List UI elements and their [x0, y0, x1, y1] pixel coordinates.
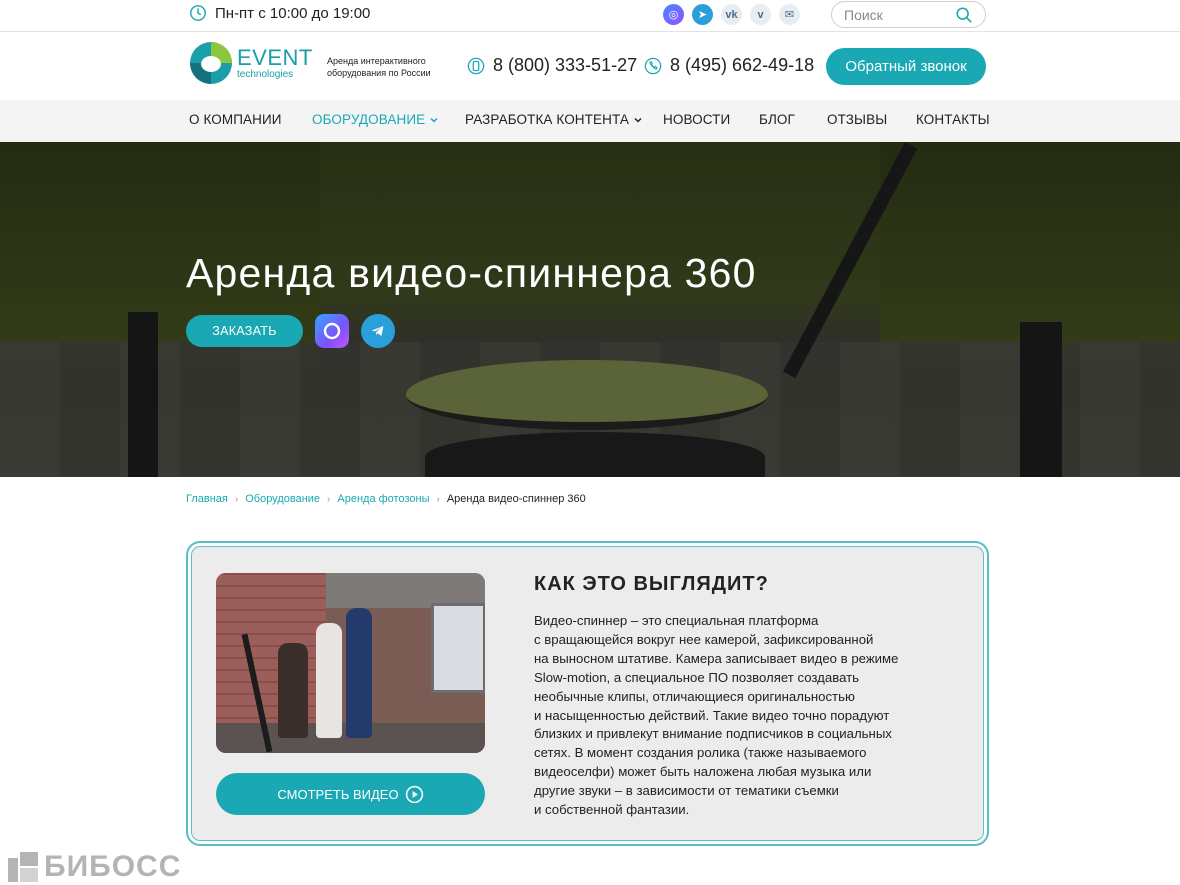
telegram-icon[interactable]: ➤	[692, 4, 713, 25]
breadcrumb-current: Аренда видео-спиннер 360	[446, 493, 586, 505]
nav-item-equipment[interactable]: ОБОРУДОВАНИЕ	[312, 112, 439, 127]
logo-word: EVENT	[237, 44, 313, 70]
search-input[interactable]	[844, 6, 954, 24]
callback-button[interactable]: Обратный звонок	[826, 48, 986, 85]
breadcrumb-separator: ›	[234, 493, 239, 505]
top-bar: Пн-пт с 10:00 до 19:00 ◎ ➤ vk v ✉	[0, 0, 1180, 32]
site-header: EVENT technologies Аренда интерактивного…	[0, 33, 1180, 100]
play-icon	[405, 785, 423, 803]
chevron-down-icon	[430, 117, 438, 123]
main-nav: О КОМПАНИИ ОБОРУДОВАНИЕ РАЗРАБОТКА КОНТЕ…	[0, 100, 1180, 142]
logo-sub: technologies	[237, 68, 294, 80]
vk-icon[interactable]: vk	[721, 4, 742, 25]
breadcrumb-separator: ›	[327, 493, 331, 505]
breadcrumb-home[interactable]: Главная	[186, 493, 228, 505]
nav-item-news[interactable]: НОВОСТИ	[663, 112, 730, 127]
watch-video-label: СМОТРЕТЬ ВИДЕО	[277, 786, 399, 802]
telegram-icon[interactable]	[361, 314, 395, 348]
phone-2[interactable]: 8 (495) 662-49-18	[644, 55, 814, 76]
logo[interactable]: EVENT technologies	[189, 41, 313, 85]
tagline: Аренда интерактивного оборудования по Ро…	[327, 56, 431, 78]
phone-1-number: 8 (800) 333-51-27	[493, 55, 638, 75]
phone-2-number: 8 (495) 662-49-18	[670, 55, 815, 75]
mobile-icon	[467, 57, 485, 74]
breadcrumb-equipment[interactable]: Оборудование	[245, 493, 320, 505]
breadcrumb-separator: ›	[436, 493, 440, 505]
watermark-icon	[8, 852, 38, 882]
viber-icon[interactable]: v	[750, 4, 771, 25]
info-card: СМОТРЕТЬ ВИДЕО КАК ЭТО ВЫГЛЯДИТ? Видео-с…	[186, 541, 989, 846]
phone-1[interactable]: 8 (800) 333-51-27	[467, 55, 637, 76]
social-links: ◎ ➤ vk v ✉	[663, 4, 800, 25]
section-description: Видео-спиннер – это специальная платформ…	[534, 613, 899, 818]
nav-item-contacts[interactable]: КОНТАКТЫ	[916, 112, 990, 127]
nav-item-reviews[interactable]: ОТЗЫВЫ	[827, 112, 887, 127]
working-hours: Пн-пт с 10:00 до 19:00	[189, 4, 370, 22]
mail-icon[interactable]: ✉	[779, 4, 800, 25]
logo-icon	[190, 42, 232, 84]
search-icon[interactable]	[955, 6, 973, 24]
clock-icon	[190, 5, 206, 21]
hero-overlay	[0, 142, 1180, 477]
max-icon[interactable]: ◎	[663, 4, 684, 25]
search-box	[831, 1, 986, 28]
hero-banner: Аренда видео-спиннера 360 ЗАКАЗАТЬ	[0, 142, 1180, 477]
watermark-text: БИБОСС	[44, 850, 182, 883]
max-messenger-icon[interactable]	[315, 314, 349, 348]
watermark: БИБОСС	[8, 850, 181, 884]
nav-item-content-dev[interactable]: РАЗРАБОТКА КОНТЕНТА	[465, 112, 643, 127]
working-hours-text: Пн-пт с 10:00 до 19:00	[215, 4, 371, 22]
breadcrumb-photozone[interactable]: Аренда фотозоны	[337, 493, 429, 505]
section-title: КАК ЭТО ВЫГЛЯДИТ?	[534, 573, 769, 595]
page-title: Аренда видео-спиннера 360	[186, 250, 757, 296]
nav-item-blog[interactable]: БЛОГ	[759, 112, 795, 127]
watch-video-button[interactable]: СМОТРЕТЬ ВИДЕО	[216, 773, 485, 815]
chevron-down-icon	[634, 117, 642, 123]
phone-icon	[644, 57, 662, 74]
breadcrumb: Главная › Оборудование › Аренда фотозоны…	[186, 493, 586, 505]
video-thumbnail[interactable]	[216, 573, 485, 753]
order-button[interactable]: ЗАКАЗАТЬ	[186, 315, 303, 347]
nav-item-company[interactable]: О КОМПАНИИ	[189, 112, 282, 127]
